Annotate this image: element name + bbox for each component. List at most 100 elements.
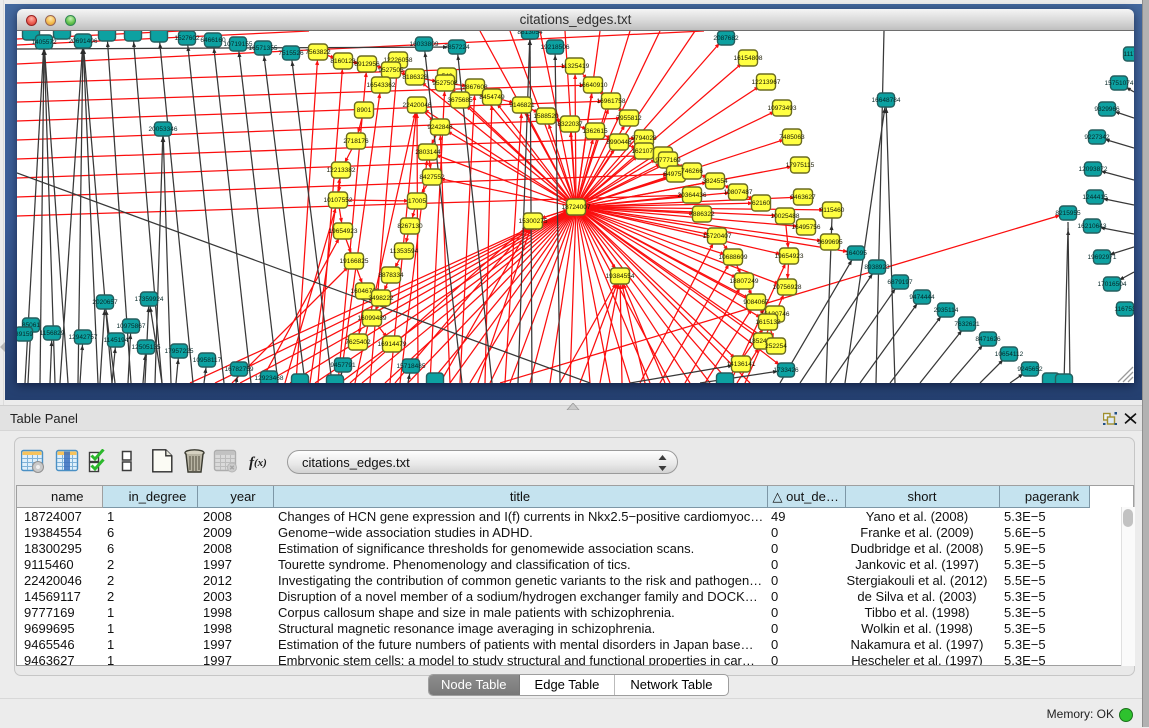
svg-text:17957225: 17957225 bbox=[165, 348, 194, 355]
svg-text:1145194: 1145194 bbox=[104, 337, 129, 344]
svg-text:7563822: 7563822 bbox=[305, 49, 331, 56]
svg-text:6466160: 6466160 bbox=[200, 37, 226, 44]
svg-text:12505135: 12505135 bbox=[132, 344, 161, 351]
svg-text:8160123: 8160123 bbox=[330, 58, 356, 65]
svg-text:39159: 39159 bbox=[17, 331, 33, 338]
svg-text:9084067: 9084067 bbox=[743, 299, 769, 306]
svg-text:16495756: 16495756 bbox=[792, 224, 821, 231]
svg-text:20364436: 20364436 bbox=[678, 192, 707, 199]
svg-text:9527505: 9527505 bbox=[378, 67, 404, 74]
svg-text:19218506: 19218506 bbox=[541, 44, 570, 51]
svg-text:9457791: 9457791 bbox=[330, 362, 356, 369]
svg-text:1244415: 1244415 bbox=[1082, 194, 1108, 201]
svg-text:11325419: 11325419 bbox=[561, 63, 590, 70]
svg-text:62160: 62160 bbox=[752, 200, 770, 207]
svg-text:8322037: 8322037 bbox=[557, 121, 583, 128]
svg-text:10654112: 10654112 bbox=[995, 351, 1024, 358]
svg-text:1733426: 1733426 bbox=[773, 367, 799, 374]
svg-text:19654923: 19654923 bbox=[775, 253, 804, 260]
svg-text:10688609: 10688609 bbox=[719, 254, 748, 261]
svg-text:9699695: 9699695 bbox=[817, 239, 843, 246]
svg-text:16914479: 16914479 bbox=[378, 341, 407, 348]
svg-text:20691406: 20691406 bbox=[69, 38, 98, 45]
svg-text:17005: 17005 bbox=[408, 198, 426, 205]
svg-text:252254: 252254 bbox=[765, 343, 787, 350]
svg-text:10107552: 10107552 bbox=[324, 197, 353, 204]
svg-text:8427552: 8427552 bbox=[419, 174, 445, 181]
svg-text:1362615: 1362615 bbox=[582, 128, 608, 135]
svg-text:6879197: 6879197 bbox=[887, 279, 913, 286]
svg-text:2935114: 2935114 bbox=[934, 307, 959, 314]
svg-text:9474444: 9474444 bbox=[909, 294, 935, 301]
svg-text:9115460: 9115460 bbox=[820, 207, 845, 214]
svg-text:16033809: 16033809 bbox=[410, 41, 439, 48]
svg-text:20053346: 20053346 bbox=[149, 126, 178, 133]
svg-text:17975115: 17975115 bbox=[786, 162, 815, 169]
svg-text:8878334: 8878334 bbox=[378, 272, 404, 279]
svg-text:16961758: 16961758 bbox=[597, 98, 626, 105]
svg-text:10025488: 10025488 bbox=[771, 213, 800, 220]
svg-text:8186328: 8186328 bbox=[402, 74, 428, 81]
svg-text:19654923: 19654923 bbox=[329, 228, 358, 235]
svg-text:(x): (x) bbox=[254, 457, 267, 469]
svg-text:9329966: 9329966 bbox=[1094, 106, 1120, 113]
svg-text:8471626: 8471626 bbox=[975, 336, 1001, 343]
svg-text:8267130: 8267130 bbox=[397, 223, 423, 230]
svg-text:3675685: 3675685 bbox=[447, 97, 473, 104]
svg-text:12213967: 12213967 bbox=[752, 79, 781, 86]
svg-text:10807487: 10807487 bbox=[724, 189, 753, 196]
svg-text:9242848: 9242848 bbox=[427, 124, 453, 131]
svg-text:11172: 11172 bbox=[1123, 51, 1134, 58]
svg-text:8813054: 8813054 bbox=[517, 31, 543, 36]
svg-text:7632621: 7632621 bbox=[954, 321, 980, 328]
svg-text:7857224: 7857224 bbox=[444, 44, 470, 51]
svg-text:10958117: 10958117 bbox=[193, 357, 222, 364]
svg-text:15751074: 15751074 bbox=[1105, 80, 1134, 87]
svg-text:164095: 164095 bbox=[845, 250, 867, 257]
svg-text:7515526: 7515526 bbox=[278, 50, 304, 57]
svg-text:2020657: 2020657 bbox=[92, 299, 118, 306]
svg-text:7955812: 7955812 bbox=[616, 115, 642, 122]
svg-text:9146821: 9146821 bbox=[509, 102, 535, 109]
svg-text:12942757: 12942757 bbox=[69, 334, 98, 341]
svg-text:9794028: 9794028 bbox=[631, 135, 657, 142]
svg-text:1588520: 1588520 bbox=[533, 113, 559, 120]
svg-text:9227342: 9227342 bbox=[1084, 134, 1110, 141]
svg-text:7485063: 7485063 bbox=[779, 134, 805, 141]
svg-text:12923468: 12923468 bbox=[255, 375, 284, 382]
svg-text:3824554: 3824554 bbox=[702, 178, 728, 185]
svg-text:16648784: 16648784 bbox=[872, 97, 901, 104]
svg-text:15720407: 15720407 bbox=[703, 233, 732, 240]
svg-text:17016504: 17016504 bbox=[1098, 281, 1127, 288]
svg-text:1527602: 1527602 bbox=[174, 35, 200, 42]
svg-text:19166825: 19166825 bbox=[340, 258, 369, 265]
svg-text:18807249: 18807249 bbox=[730, 278, 759, 285]
svg-text:22420046: 22420046 bbox=[403, 102, 432, 109]
svg-text:746266: 746266 bbox=[681, 168, 703, 175]
svg-text:16099489: 16099489 bbox=[358, 315, 387, 322]
svg-text:8215955: 8215955 bbox=[1055, 210, 1081, 217]
svg-text:2803144: 2803144 bbox=[415, 149, 441, 156]
svg-text:15718485: 15718485 bbox=[397, 363, 426, 370]
svg-text:8912956: 8912956 bbox=[354, 61, 380, 68]
svg-text:7625402: 7625402 bbox=[345, 339, 371, 346]
svg-text:16543362: 16543362 bbox=[367, 82, 396, 89]
svg-text:2718176: 2718176 bbox=[343, 138, 369, 145]
svg-text:9245652: 9245652 bbox=[1017, 366, 1043, 373]
svg-text:17359924: 17359924 bbox=[135, 296, 164, 303]
svg-text:1405572: 1405572 bbox=[31, 39, 57, 46]
svg-text:2087682: 2087682 bbox=[713, 35, 739, 42]
svg-text:9463627: 9463627 bbox=[790, 194, 816, 201]
svg-text:8454749: 8454749 bbox=[479, 94, 505, 101]
svg-text:8990448: 8990448 bbox=[606, 139, 632, 146]
svg-text:1615132: 1615132 bbox=[755, 319, 781, 326]
svg-text:9777169: 9777169 bbox=[655, 157, 681, 164]
svg-text:12093872: 12093872 bbox=[1079, 166, 1108, 173]
svg-text:16782759: 16782759 bbox=[225, 366, 254, 373]
svg-text:10975867: 10975867 bbox=[117, 323, 146, 330]
svg-text:16210643: 16210643 bbox=[1078, 223, 1107, 230]
svg-text:8938923: 8938923 bbox=[864, 264, 890, 271]
svg-text:7886322: 7886322 bbox=[689, 211, 715, 218]
svg-text:19692971: 19692971 bbox=[1088, 254, 1117, 261]
svg-text:15300275: 15300275 bbox=[519, 218, 548, 225]
